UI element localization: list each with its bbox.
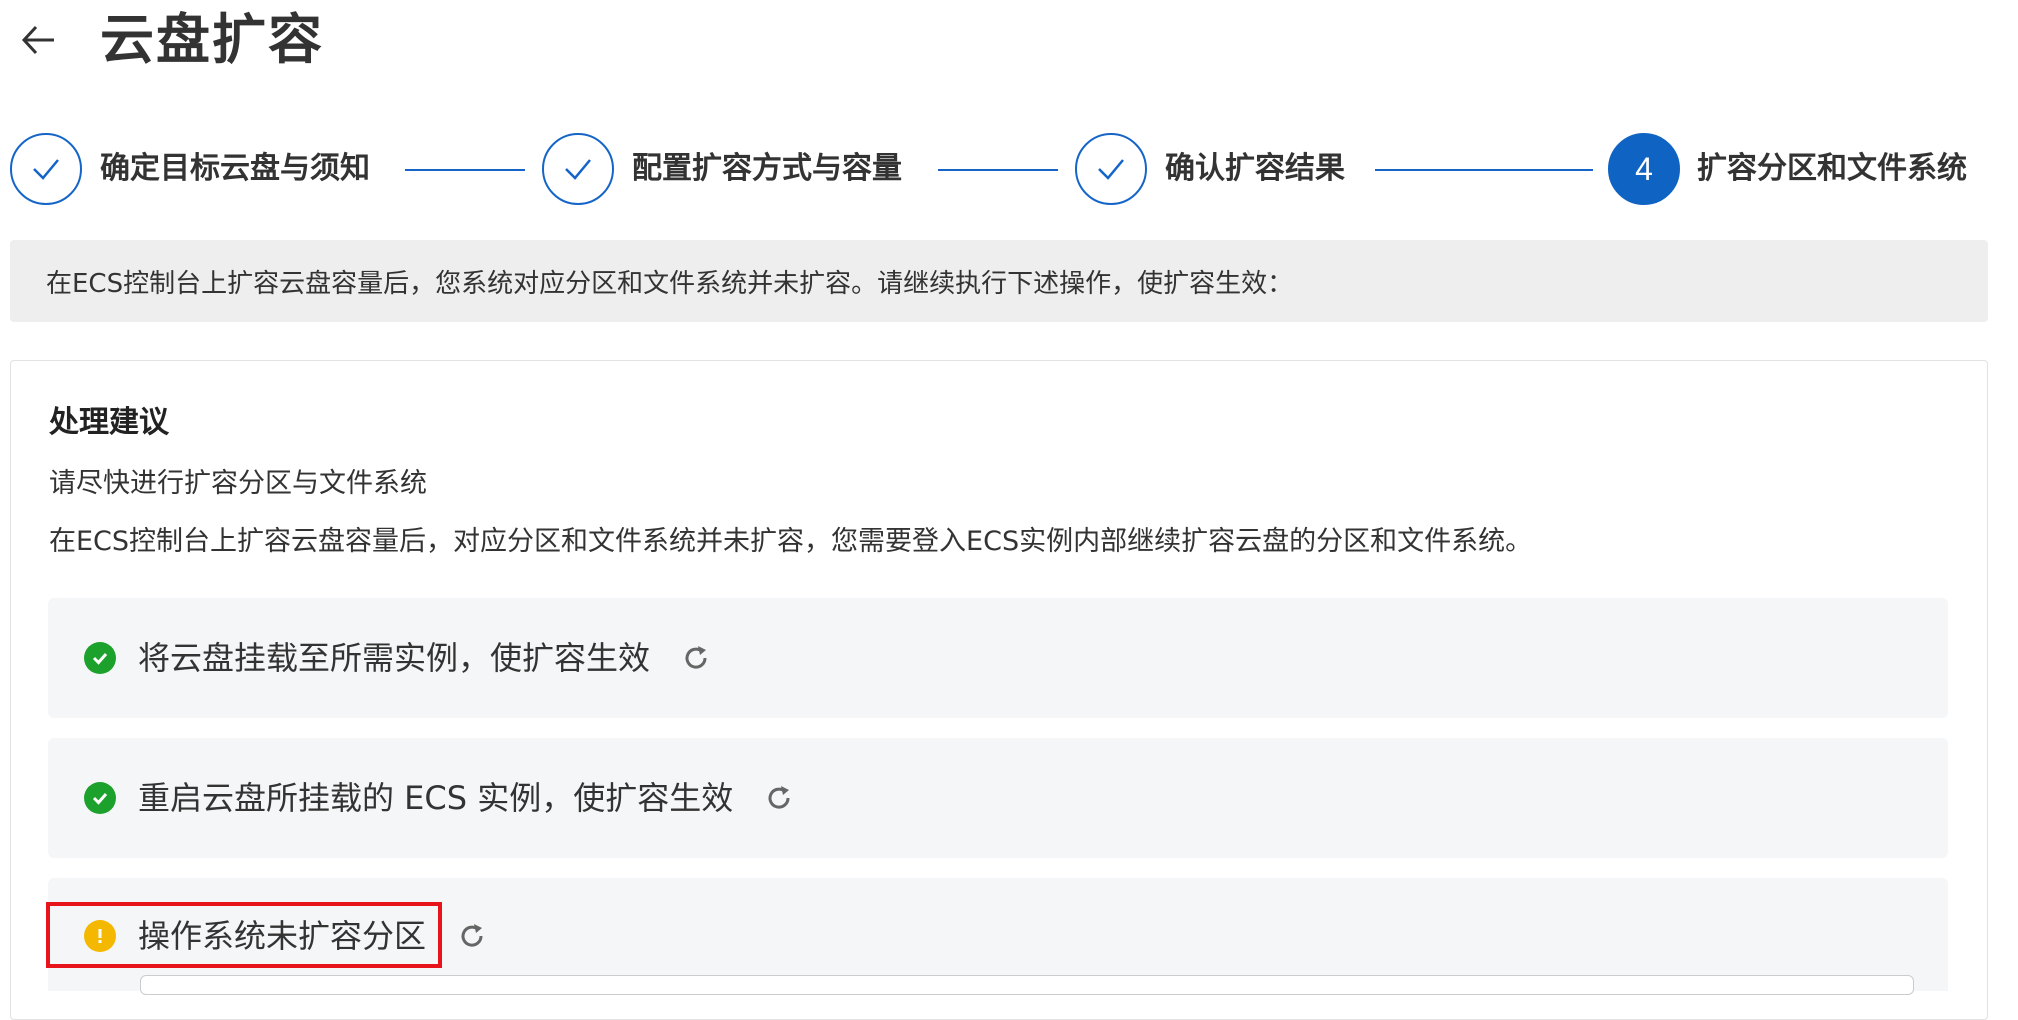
- check-icon: [565, 159, 591, 180]
- check-icon: [33, 159, 59, 180]
- task-item: 将云盘挂载至所需实例，使扩容生效: [48, 598, 1948, 718]
- step-1-label: 确定目标云盘与须知: [100, 151, 370, 186]
- step-2-indicator: [542, 133, 614, 205]
- notice-text: 在ECS控制台上扩容云盘容量后，您系统对应分区和文件系统并未扩容。请继续执行下述…: [46, 268, 1294, 299]
- step-3-label: 确认扩容结果: [1165, 151, 1345, 186]
- step-connector: [405, 169, 525, 171]
- task-label: 重启云盘所挂载的 ECS 实例，使扩容生效: [138, 779, 734, 817]
- step-connector: [938, 169, 1058, 171]
- highlight-annotation: [46, 902, 442, 968]
- step-3-indicator: [1075, 133, 1147, 205]
- step-4-label: 扩容分区和文件系统: [1697, 151, 1967, 186]
- info-notice: 在ECS控制台上扩容云盘容量后，您系统对应分区和文件系统并未扩容。请继续执行下述…: [10, 240, 1988, 322]
- refresh-icon[interactable]: [763, 782, 795, 814]
- page-title: 云盘扩容: [100, 8, 324, 71]
- refresh-icon[interactable]: [680, 642, 712, 674]
- arrow-left-icon: [21, 25, 54, 55]
- step-connector: [1375, 169, 1593, 171]
- back-button[interactable]: [12, 14, 64, 66]
- refresh-icon[interactable]: [456, 920, 488, 952]
- task-item: 重启云盘所挂载的 ECS 实例，使扩容生效: [48, 738, 1948, 858]
- task-label: 将云盘挂载至所需实例，使扩容生效: [138, 639, 651, 677]
- check-circle-icon: [84, 782, 116, 814]
- panel-description: 在ECS控制台上扩容云盘容量后，对应分区和文件系统并未扩容，您需要登入ECS实例…: [49, 526, 1533, 557]
- page-header: 云盘扩容: [0, 0, 2018, 80]
- check-circle-icon: [84, 642, 116, 674]
- check-icon: [1098, 159, 1124, 180]
- panel-subtitle: 请尽快进行扩容分区与文件系统: [49, 468, 427, 499]
- stepper: 确定目标云盘与须知 配置扩容方式与容量 确认扩容结果 4 扩容分区和文件系统: [0, 130, 2018, 210]
- task-detail-box: [140, 975, 1914, 995]
- step-2-label: 配置扩容方式与容量: [632, 151, 902, 186]
- step-4-indicator: 4: [1608, 133, 1680, 205]
- step-1-indicator: [10, 133, 82, 205]
- panel-title: 处理建议: [49, 405, 169, 440]
